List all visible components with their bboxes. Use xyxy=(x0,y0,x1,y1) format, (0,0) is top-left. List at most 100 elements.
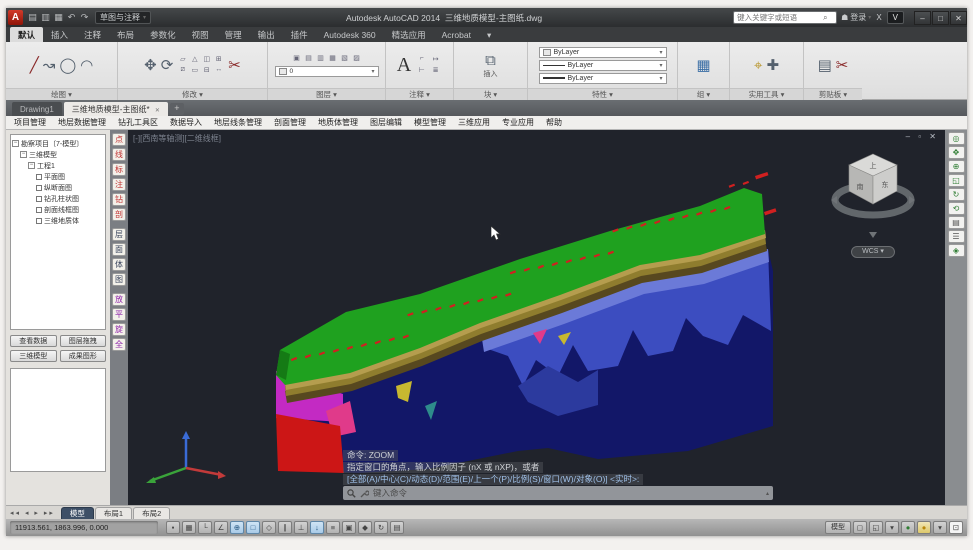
minimize-button[interactable]: – xyxy=(914,11,931,25)
nav-zoom-button[interactable]: ⊕ xyxy=(948,160,965,173)
communication-center-badge[interactable]: V xyxy=(887,11,904,24)
menu-item-6[interactable]: 地质体管理 xyxy=(312,117,364,128)
command-input-bar[interactable]: 键入命令 ▴ xyxy=(343,486,773,500)
menu-item-2[interactable]: 钻孔工具区 xyxy=(112,117,164,128)
tool-zoom-button[interactable]: 放 xyxy=(112,293,126,306)
osnap-toggle[interactable]: □ xyxy=(246,521,260,534)
annotation-monitor-toggle[interactable]: ▤ xyxy=(390,521,404,534)
ribbon-tab-layout[interactable]: 布局 xyxy=(109,27,142,42)
project-tree[interactable]: − 勘察项目〔7-模型〕 − 三维模型 − 工程1 平面图 纵断面图 xyxy=(10,134,106,330)
wcs-button[interactable]: WCS ▾ xyxy=(851,246,895,258)
tab-layout2[interactable]: 布局2 xyxy=(133,507,170,519)
paste-tool-icon[interactable]: ▤ xyxy=(818,56,832,74)
panel-layers-label[interactable]: 图层 ▾ xyxy=(268,88,385,100)
tree-leaf-0[interactable]: 平面图 xyxy=(12,171,104,182)
lineweight-dropdown[interactable]: ByLayer▾ xyxy=(539,73,667,84)
tab-model[interactable]: 模型 xyxy=(61,507,94,519)
menu-item-10[interactable]: 专业应用 xyxy=(496,117,540,128)
plot-icon[interactable]: ▦ xyxy=(52,12,65,23)
ribbon-tab-overflow[interactable]: ▾ xyxy=(479,27,499,42)
tree-node-project[interactable]: − 工程1 xyxy=(12,160,104,171)
linetype-dropdown[interactable]: ByLayer▾ xyxy=(539,60,667,71)
group-tool-icon[interactable]: ▦ xyxy=(696,56,710,74)
model-space-button[interactable]: 模型 xyxy=(825,521,851,534)
menu-item-0[interactable]: 项目管理 xyxy=(8,117,52,128)
snap-toggle[interactable]: ▦ xyxy=(182,521,196,534)
color-dropdown[interactable]: ByLayer▾ xyxy=(539,47,667,58)
tree-leaf-3[interactable]: 剖面线框图 xyxy=(12,204,104,215)
result-graphics-button[interactable]: 成果图形 xyxy=(60,350,107,362)
menu-item-3[interactable]: 数据导入 xyxy=(164,117,208,128)
menu-item-9[interactable]: 三维应用 xyxy=(452,117,496,128)
exchange-apps-icon[interactable]: X xyxy=(876,13,881,22)
menu-item-11[interactable]: 帮助 xyxy=(540,117,568,128)
grid-toggle[interactable]: └ xyxy=(198,521,212,534)
tool-point-button[interactable]: 点 xyxy=(112,133,126,146)
panel-utilities-label[interactable]: 实用工具 ▾ xyxy=(730,88,803,100)
workspace-switch-button[interactable]: ▾ xyxy=(933,521,947,534)
nav-menu-button[interactable]: ☰ xyxy=(948,230,965,243)
polar-toggle[interactable]: ⊕ xyxy=(230,521,244,534)
panel-clipboard-label[interactable]: 剪贴板 ▾ xyxy=(804,88,862,100)
cut-tool-icon[interactable]: ✂ xyxy=(836,56,849,74)
nav-orbit-button[interactable]: ↻ xyxy=(948,188,965,201)
collapse-icon[interactable]: − xyxy=(12,140,19,147)
autocad-logo-icon[interactable]: A xyxy=(8,10,23,25)
save-icon[interactable]: ▥ xyxy=(39,12,52,23)
tree-leaf-2[interactable]: 钻孔柱状图 xyxy=(12,193,104,204)
layer-dropdown[interactable]: 0▾ xyxy=(275,66,379,77)
panel-groups-label[interactable]: 组 ▾ xyxy=(678,88,729,100)
insert-block-icon[interactable]: ⧉ xyxy=(485,52,496,69)
chevron-up-icon[interactable]: ▴ xyxy=(766,490,769,497)
collapse-icon[interactable]: − xyxy=(20,151,27,158)
rotate-tool-icon[interactable]: ⟳ xyxy=(161,56,174,74)
drawing-viewport[interactable]: [-][西南等轴测][二维线框] – ▫ ✕ xyxy=(128,130,945,505)
workspace-dropdown[interactable]: 草图与注释 ▾ xyxy=(95,11,151,24)
tree-leaf-4[interactable]: 三维地质体 xyxy=(12,215,104,226)
erase-tool-icon[interactable]: ✂ xyxy=(228,56,241,74)
layout-nav-arrows[interactable]: ◂◂ ◂ ▸ ▸▸ xyxy=(10,509,55,517)
tab-layout1[interactable]: 布局1 xyxy=(95,507,132,519)
annotation-scale-button[interactable]: ▾ xyxy=(885,521,899,534)
move-tool-icon[interactable]: ✥ xyxy=(144,56,157,74)
new-tab-button[interactable]: + xyxy=(170,103,184,115)
quick-select-icon[interactable]: ✚ xyxy=(766,56,779,74)
checkbox[interactable] xyxy=(36,174,42,180)
panel-annotation-label[interactable]: 注释 ▾ xyxy=(386,88,453,100)
tool-line-button[interactable]: 线 xyxy=(112,148,126,161)
ortho-toggle[interactable]: ∠ xyxy=(214,521,228,534)
tool-note-button[interactable]: 注 xyxy=(112,178,126,191)
collapse-icon[interactable]: − xyxy=(28,162,35,169)
lineweight-toggle[interactable]: ≡ xyxy=(326,521,340,534)
ribbon-tab-annotate[interactable]: 注释 xyxy=(76,27,109,42)
close-button[interactable]: ✕ xyxy=(950,11,967,25)
tool-drawing-button[interactable]: 图 xyxy=(112,273,126,286)
tool-section-button[interactable]: 剖 xyxy=(112,208,126,221)
ribbon-tab-plugins[interactable]: 插件 xyxy=(283,27,316,42)
help-search[interactable]: ⌕ xyxy=(733,11,837,24)
ribbon-tab-parametric[interactable]: 参数化 xyxy=(142,27,184,42)
transparency-toggle[interactable]: ▣ xyxy=(342,521,356,534)
autoscale-button[interactable]: ● xyxy=(917,521,931,534)
ribbon-tab-home[interactable]: 默认 xyxy=(10,27,43,42)
tree-leaf-1[interactable]: 纵断面图 xyxy=(12,182,104,193)
ribbon-tab-autodesk360[interactable]: Autodesk 360 xyxy=(316,27,384,42)
panel-block-label[interactable]: 块 ▾ xyxy=(454,88,527,100)
menu-item-8[interactable]: 模型管理 xyxy=(408,117,452,128)
menu-item-5[interactable]: 剖面管理 xyxy=(268,117,312,128)
menu-item-1[interactable]: 地层数据管理 xyxy=(52,117,112,128)
otrack-toggle[interactable]: ∥ xyxy=(278,521,292,534)
quick-properties-toggle[interactable]: ◆ xyxy=(358,521,372,534)
checkbox[interactable] xyxy=(36,185,42,191)
tool-pan-button[interactable]: 平 xyxy=(112,308,126,321)
annotation-visibility-button[interactable]: ● xyxy=(901,521,915,534)
osnap3d-toggle[interactable]: ◇ xyxy=(262,521,276,534)
file-tab-active[interactable]: 三维地质模型-主图纸* ✕ xyxy=(64,102,168,116)
command-input-text[interactable]: 键入命令 xyxy=(373,487,762,499)
ribbon-tab-acrobat[interactable]: Acrobat xyxy=(434,27,479,42)
dynamic-input-toggle[interactable]: ↓ xyxy=(310,521,324,534)
undo-icon[interactable]: ↶ xyxy=(65,12,78,23)
circle-tool-icon[interactable]: ◯ xyxy=(59,56,76,74)
open-icon[interactable]: ▤ xyxy=(26,12,39,23)
wrench-icon[interactable] xyxy=(360,489,369,498)
